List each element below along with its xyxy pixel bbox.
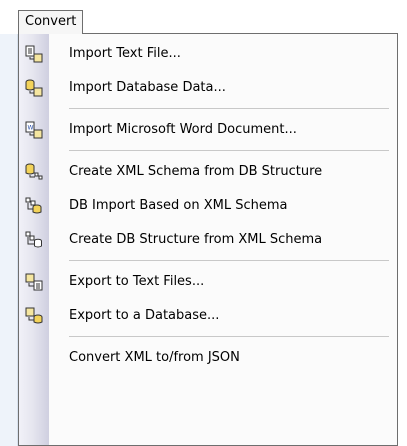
import-text-icon <box>25 45 43 63</box>
menu-item-label: Export to Text Files... <box>69 274 205 289</box>
menu-item-db-import-xml-schema[interactable]: DB Import Based on XML Schema <box>19 189 397 223</box>
menu-separator <box>19 147 397 155</box>
menu-item-label: Import Database Data... <box>69 80 226 95</box>
menu-item-label: Create XML Schema from DB Structure <box>69 164 323 179</box>
menu-item-label: DB Import Based on XML Schema <box>69 198 288 213</box>
export-db-icon <box>25 307 43 325</box>
import-word-icon: W <box>25 121 43 139</box>
menu-item-label: Export to a Database... <box>69 308 220 323</box>
menu-item-label: Import Microsoft Word Document... <box>69 122 297 137</box>
menu-item-import-text-file[interactable]: Import Text File... <box>19 37 397 71</box>
db-import-schema-icon <box>25 197 43 215</box>
application-window: Convert Import Text File... Import Datab… <box>0 0 407 446</box>
menu-item-import-database-data[interactable]: Import Database Data... <box>19 71 397 105</box>
menu-separator <box>19 257 397 265</box>
convert-dropdown-menu: Import Text File... Import Database Data… <box>18 33 398 446</box>
export-text-icon <box>25 273 43 291</box>
menu-item-create-db-structure[interactable]: Create DB Structure from XML Schema <box>19 223 397 257</box>
menu-item-export-text-files[interactable]: Export to Text Files... <box>19 265 397 299</box>
menu-items: Import Text File... Import Database Data… <box>19 37 397 375</box>
create-schema-icon <box>25 163 43 181</box>
menu-item-label: Convert XML to/from JSON <box>69 350 240 365</box>
svg-text:W: W <box>28 125 34 132</box>
create-db-structure-icon <box>25 231 43 249</box>
menu-item-import-word-document[interactable]: W Import Microsoft Word Document... <box>19 113 397 147</box>
menu-separator <box>19 105 397 113</box>
convert-json-icon <box>25 349 43 367</box>
import-db-icon <box>25 79 43 97</box>
left-panel-edge <box>0 34 18 446</box>
menu-separator <box>19 333 397 341</box>
menu-item-label: Create DB Structure from XML Schema <box>69 232 323 247</box>
menu-item-create-xml-schema[interactable]: Create XML Schema from DB Structure <box>19 155 397 189</box>
menu-item-label: Import Text File... <box>69 46 181 61</box>
menu-item-convert-xml-json[interactable]: Convert XML to/from JSON <box>19 341 397 375</box>
menu-item-export-database[interactable]: Export to a Database... <box>19 299 397 333</box>
menu-convert[interactable]: Convert <box>18 10 84 34</box>
